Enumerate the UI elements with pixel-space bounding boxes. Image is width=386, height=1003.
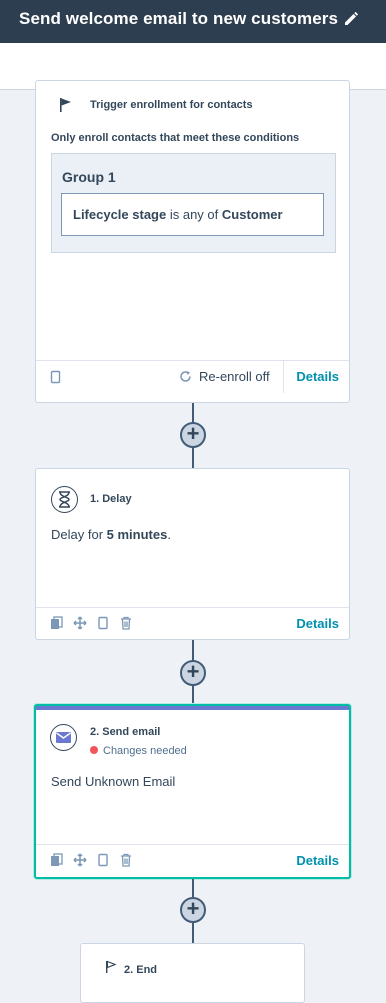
email-details-link[interactable]: Details: [296, 853, 339, 868]
copy-icon[interactable]: [50, 853, 64, 867]
trigger-title: Trigger enrollment for contacts: [90, 99, 253, 111]
status-dot: [90, 746, 98, 754]
group-label: Group 1: [62, 169, 116, 185]
clone-icon[interactable]: [96, 616, 110, 630]
hourglass-icon: [51, 486, 78, 513]
email-footer: Details: [36, 844, 349, 877]
reenroll-status[interactable]: Re-enroll off: [199, 369, 270, 384]
workflow-canvas: Trigger enrollment for contacts Only enr…: [0, 80, 386, 1003]
clone-icon[interactable]: [96, 853, 110, 867]
condition-filter[interactable]: Lifecycle stage is any of Customer: [61, 193, 324, 236]
move-icon[interactable]: [73, 853, 87, 867]
delay-details-link[interactable]: Details: [296, 616, 339, 631]
delay-body: Delay for 5 minutes.: [51, 527, 171, 542]
email-title: 2. Send email: [90, 726, 161, 738]
send-email-card[interactable]: 2. Send email Changes needed Send Unknow…: [34, 704, 351, 879]
delete-icon[interactable]: [119, 616, 133, 630]
end-card[interactable]: 2. End: [80, 943, 305, 1003]
delay-card[interactable]: 1. Delay Delay for 5 minutes. Details: [35, 468, 350, 640]
delay-body-prefix: Delay for: [51, 527, 104, 542]
move-icon[interactable]: [73, 616, 87, 630]
refresh-icon: [179, 370, 192, 383]
trigger-subtitle: Only enroll contacts that meet these con…: [51, 132, 300, 144]
trigger-card[interactable]: Trigger enrollment for contacts Only enr…: [35, 80, 350, 403]
email-status: Changes needed: [90, 745, 187, 757]
status-text: Changes needed: [103, 745, 187, 757]
delay-body-suffix: .: [167, 527, 171, 542]
delay-title: 1. Delay: [90, 493, 132, 505]
end-title: 2. End: [124, 964, 158, 976]
delete-icon[interactable]: [119, 853, 133, 867]
delay-duration: 5 minutes: [106, 527, 168, 542]
delay-footer: Details: [36, 607, 349, 640]
trigger-footer: Re-enroll off Details: [36, 360, 349, 393]
card-accent-bar: [36, 706, 349, 710]
condition-property: Lifecycle stage: [73, 207, 167, 222]
flag-icon: [59, 97, 73, 113]
plus-icon[interactable]: +: [180, 897, 206, 923]
plus-icon[interactable]: +: [180, 660, 206, 686]
workflow-header: Send welcome email to new customers: [0, 0, 386, 43]
condition-value: Customer: [221, 207, 283, 222]
email-body: Send Unknown Email: [51, 774, 176, 789]
email-icon: [50, 724, 77, 751]
clone-icon[interactable]: [50, 370, 62, 384]
copy-icon[interactable]: [50, 616, 64, 630]
condition-operator: is any of: [169, 207, 219, 222]
plus-icon[interactable]: +: [180, 422, 206, 448]
trigger-details-link[interactable]: Details: [296, 369, 339, 384]
condition-group[interactable]: Group 1 Lifecycle stage is any of Custom…: [51, 153, 336, 253]
flag-icon: [105, 960, 117, 974]
footer-divider: [283, 361, 284, 393]
workflow-title: Send welcome email to new customers: [19, 9, 339, 28]
edit-pencil-icon[interactable]: [341, 10, 361, 30]
